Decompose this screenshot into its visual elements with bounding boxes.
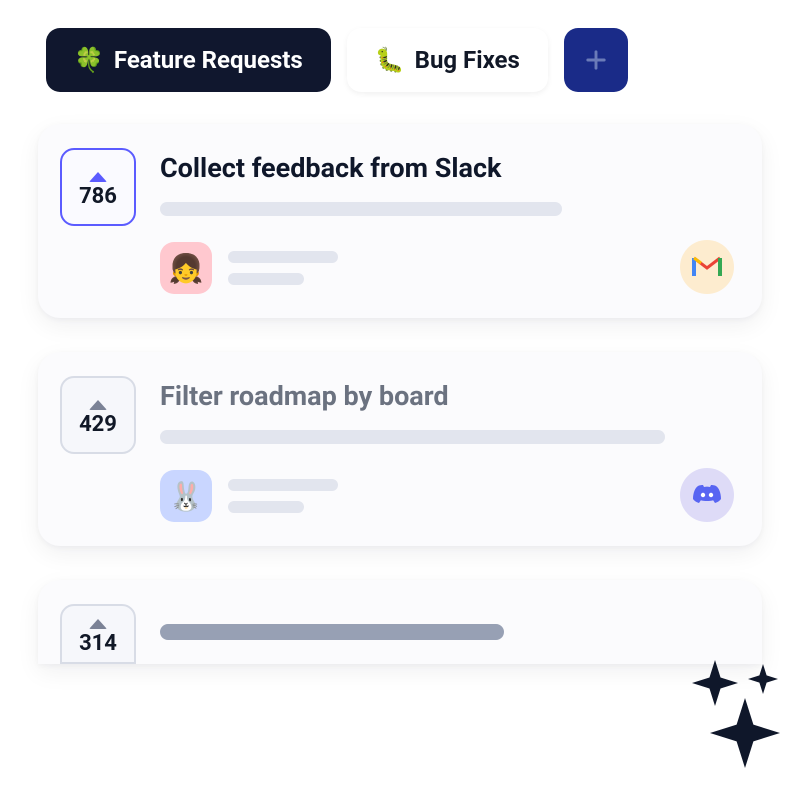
plus-icon: [582, 46, 610, 74]
card-content: Collect feedback from Slack 👧: [160, 148, 734, 294]
vote-count: 429: [79, 412, 117, 437]
source-gmail-icon: [680, 240, 734, 294]
avatar: 👧: [160, 242, 212, 294]
feedback-card[interactable]: 429 Filter roadmap by board 🐰: [38, 352, 762, 546]
title-placeholder: [160, 624, 504, 640]
cards-list: 786 Collect feedback from Slack 👧 429 Fi…: [0, 106, 800, 664]
add-tab-button[interactable]: [564, 28, 628, 92]
upvote-button[interactable]: 786: [60, 148, 136, 226]
upvote-button[interactable]: 429: [60, 376, 136, 454]
card-title: Filter roadmap by board: [160, 380, 734, 412]
description-placeholder: [160, 202, 562, 216]
vote-count: 314: [79, 631, 117, 656]
avatar: 🐰: [160, 470, 212, 522]
card-content: [160, 604, 734, 640]
card-meta: 👧: [160, 242, 734, 294]
description-placeholder: [160, 430, 665, 444]
upvote-icon: [89, 172, 107, 182]
tab-feature-requests[interactable]: 🍀 Feature Requests: [46, 28, 331, 92]
clover-icon: 🍀: [74, 46, 104, 74]
source-discord-icon: [680, 468, 734, 522]
upvote-icon: [89, 400, 107, 410]
upvote-button[interactable]: 314: [60, 604, 136, 664]
upvote-icon: [89, 619, 107, 629]
caterpillar-icon: 🐛: [375, 46, 405, 74]
tabs-row: 🍀 Feature Requests 🐛 Bug Fixes: [0, 0, 800, 106]
feedback-card[interactable]: 314: [38, 580, 762, 664]
tab-label: Feature Requests: [114, 46, 303, 74]
feedback-card[interactable]: 786 Collect feedback from Slack 👧: [38, 124, 762, 318]
card-title: Collect feedback from Slack: [160, 152, 734, 184]
vote-count: 786: [79, 184, 117, 209]
meta-text-placeholder: [228, 251, 338, 285]
tab-label: Bug Fixes: [415, 46, 520, 74]
card-content: Filter roadmap by board 🐰: [160, 376, 734, 522]
meta-text-placeholder: [228, 479, 338, 513]
tab-bug-fixes[interactable]: 🐛 Bug Fixes: [347, 28, 548, 92]
card-meta: 🐰: [160, 470, 734, 522]
